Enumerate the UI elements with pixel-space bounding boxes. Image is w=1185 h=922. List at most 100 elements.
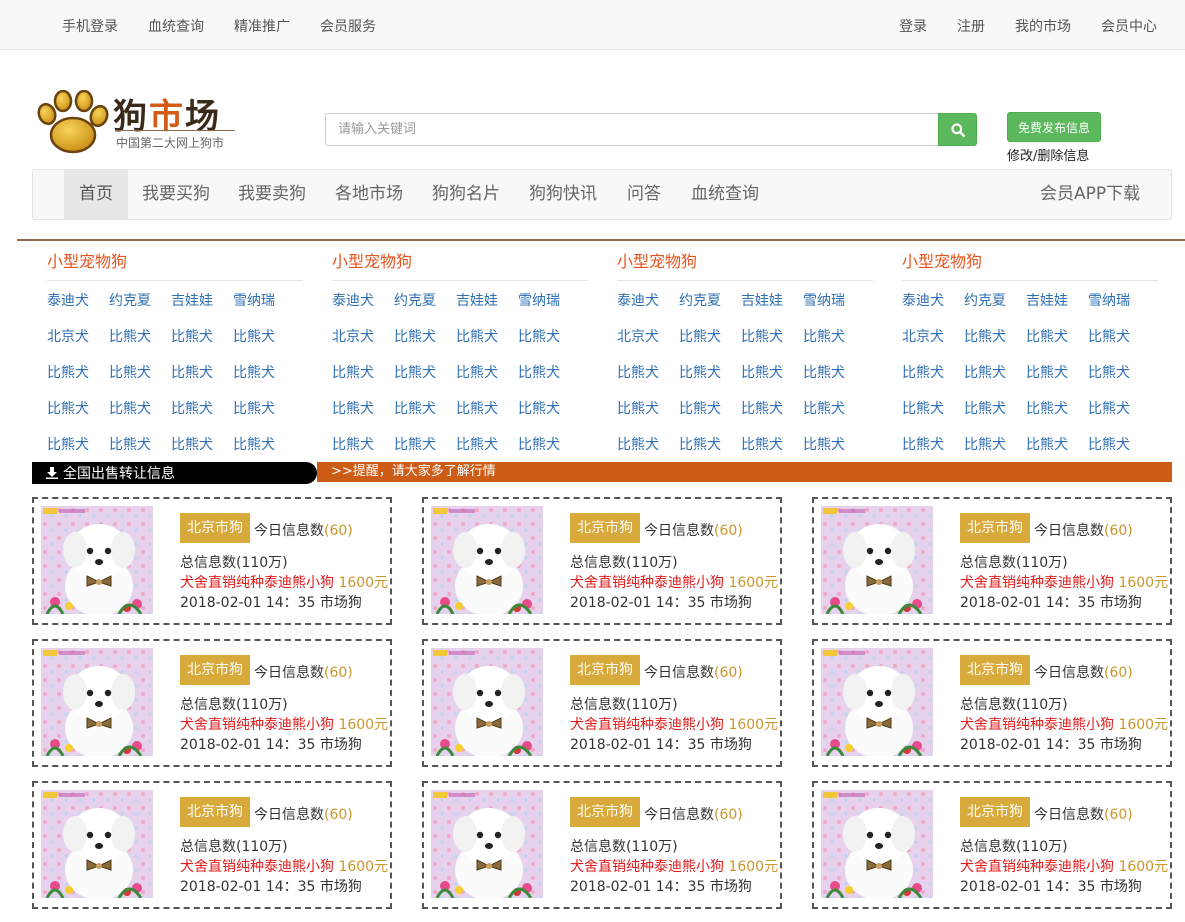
- category-link[interactable]: 雪纳瑞: [518, 283, 580, 319]
- category-link[interactable]: 比熊犬: [902, 391, 964, 427]
- listing-thumbnail[interactable]: [41, 790, 153, 898]
- listing-title-text[interactable]: 犬舍直销纯种泰迪熊小狗: [180, 575, 334, 591]
- category-link[interactable]: 约克夏: [394, 283, 456, 319]
- category-link[interactable]: 北京犬: [617, 319, 679, 355]
- category-link[interactable]: 比熊犬: [518, 427, 580, 463]
- listing-card[interactable]: 北京市狗 今日信息数(60) 总信息数(110万) 犬舍直销纯种泰迪熊小狗 1600元…: [32, 639, 392, 767]
- edit-delete-link[interactable]: 修改/删除信息: [1007, 145, 1089, 164]
- category-link[interactable]: 比熊犬: [332, 391, 394, 427]
- category-link[interactable]: 比熊犬: [456, 355, 518, 391]
- city-badge[interactable]: 北京市狗: [180, 513, 250, 543]
- category-link[interactable]: 比熊犬: [803, 355, 865, 391]
- nav-item-buy-dog[interactable]: 我要买狗: [142, 170, 210, 219]
- category-link[interactable]: 泰迪犬: [902, 283, 964, 319]
- listing-thumbnail[interactable]: [821, 506, 933, 614]
- category-link[interactable]: 吉娃娃: [171, 283, 233, 319]
- category-link[interactable]: 比熊犬: [518, 319, 580, 355]
- category-link[interactable]: 比熊犬: [394, 391, 456, 427]
- category-link[interactable]: 比熊犬: [109, 427, 171, 463]
- city-badge[interactable]: 北京市狗: [960, 513, 1030, 543]
- publish-button[interactable]: 免费发布信息: [1007, 112, 1101, 142]
- category-link[interactable]: 比熊犬: [518, 391, 580, 427]
- category-link[interactable]: 比熊犬: [109, 319, 171, 355]
- category-link[interactable]: 比熊犬: [394, 427, 456, 463]
- category-link[interactable]: 比熊犬: [394, 319, 456, 355]
- category-title[interactable]: 小型宠物狗: [902, 250, 1158, 281]
- category-link[interactable]: 约克夏: [964, 283, 1026, 319]
- category-link[interactable]: 比熊犬: [617, 355, 679, 391]
- topbar-link-my-market[interactable]: 我的市场: [1015, 16, 1071, 36]
- listing-title[interactable]: 犬舍直销纯种泰迪熊小狗 1600元: [180, 572, 388, 592]
- category-link[interactable]: 比熊犬: [47, 355, 109, 391]
- listing-thumbnail[interactable]: [821, 648, 933, 756]
- category-link[interactable]: 雪纳瑞: [1088, 283, 1150, 319]
- listing-thumbnail[interactable]: [41, 648, 153, 756]
- category-link[interactable]: 泰迪犬: [617, 283, 679, 319]
- category-link[interactable]: 雪纳瑞: [803, 283, 865, 319]
- category-link[interactable]: 比熊犬: [332, 427, 394, 463]
- listing-title-text[interactable]: 犬舍直销纯种泰迪熊小狗: [960, 859, 1114, 875]
- nav-item-home[interactable]: 首页: [64, 170, 128, 219]
- category-link[interactable]: 比熊犬: [741, 391, 803, 427]
- listing-title[interactable]: 犬舍直销纯种泰迪熊小狗 1600元: [570, 714, 778, 734]
- city-badge[interactable]: 北京市狗: [570, 513, 640, 543]
- city-badge[interactable]: 北京市狗: [960, 797, 1030, 827]
- nav-item-qa[interactable]: 问答: [627, 170, 661, 219]
- listing-title[interactable]: 犬舍直销纯种泰迪熊小狗 1600元: [570, 572, 778, 592]
- listing-title[interactable]: 犬舍直销纯种泰迪熊小狗 1600元: [960, 572, 1168, 592]
- listing-title-text[interactable]: 犬舍直销纯种泰迪熊小狗: [960, 575, 1114, 591]
- category-link[interactable]: 比熊犬: [456, 319, 518, 355]
- category-link[interactable]: 比熊犬: [741, 355, 803, 391]
- category-link[interactable]: 吉娃娃: [456, 283, 518, 319]
- category-link[interactable]: 雪纳瑞: [233, 283, 295, 319]
- category-link[interactable]: 比熊犬: [233, 355, 295, 391]
- category-link[interactable]: 比熊犬: [1026, 427, 1088, 463]
- topbar-link-mobile-login[interactable]: 手机登录: [62, 16, 118, 36]
- category-link[interactable]: 比熊犬: [47, 427, 109, 463]
- city-badge[interactable]: 北京市狗: [180, 655, 250, 685]
- category-link[interactable]: 比熊犬: [332, 355, 394, 391]
- category-link[interactable]: 比熊犬: [394, 355, 456, 391]
- listing-card[interactable]: 北京市狗 今日信息数(60) 总信息数(110万) 犬舍直销纯种泰迪熊小狗 1600元…: [32, 497, 392, 625]
- category-link[interactable]: 北京犬: [47, 319, 109, 355]
- category-link[interactable]: 泰迪犬: [47, 283, 109, 319]
- category-link[interactable]: 比熊犬: [171, 319, 233, 355]
- listing-thumbnail[interactable]: [41, 506, 153, 614]
- listing-title[interactable]: 犬舍直销纯种泰迪熊小狗 1600元: [960, 714, 1168, 734]
- category-link[interactable]: 约克夏: [679, 283, 741, 319]
- category-link[interactable]: 比熊犬: [964, 427, 1026, 463]
- city-badge[interactable]: 北京市狗: [180, 797, 250, 827]
- listing-title-text[interactable]: 犬舍直销纯种泰迪熊小狗: [570, 575, 724, 591]
- category-link[interactable]: 比熊犬: [803, 319, 865, 355]
- category-title[interactable]: 小型宠物狗: [47, 250, 303, 281]
- category-link[interactable]: 比熊犬: [233, 427, 295, 463]
- category-link[interactable]: 比熊犬: [964, 355, 1026, 391]
- category-link[interactable]: 比熊犬: [1088, 355, 1150, 391]
- category-link[interactable]: 比熊犬: [1088, 319, 1150, 355]
- category-link[interactable]: 比熊犬: [109, 391, 171, 427]
- category-link[interactable]: 比熊犬: [902, 427, 964, 463]
- category-link[interactable]: 比熊犬: [902, 355, 964, 391]
- category-link[interactable]: 比熊犬: [47, 391, 109, 427]
- nav-item-dog-cards[interactable]: 狗狗名片: [432, 170, 500, 219]
- listing-title[interactable]: 犬舍直销纯种泰迪熊小狗 1600元: [570, 856, 778, 876]
- category-link[interactable]: 比熊犬: [964, 391, 1026, 427]
- city-badge[interactable]: 北京市狗: [570, 797, 640, 827]
- listing-card[interactable]: 北京市狗 今日信息数(60) 总信息数(110万) 犬舍直销纯种泰迪熊小狗 1600元…: [32, 781, 392, 909]
- nav-app-download[interactable]: 会员APP下载: [1040, 170, 1140, 219]
- topbar-link-pedigree[interactable]: 血统查询: [148, 16, 204, 36]
- topbar-link-register[interactable]: 注册: [957, 16, 985, 36]
- listing-card[interactable]: 北京市狗 今日信息数(60) 总信息数(110万) 犬舍直销纯种泰迪熊小狗 1600元…: [812, 497, 1172, 625]
- category-link[interactable]: 北京犬: [332, 319, 394, 355]
- city-badge[interactable]: 北京市狗: [960, 655, 1030, 685]
- category-link[interactable]: 泰迪犬: [332, 283, 394, 319]
- category-link[interactable]: 吉娃娃: [1026, 283, 1088, 319]
- category-link[interactable]: 比熊犬: [171, 355, 233, 391]
- nav-item-local-markets[interactable]: 各地市场: [335, 170, 403, 219]
- listing-card[interactable]: 北京市狗 今日信息数(60) 总信息数(110万) 犬舍直销纯种泰迪熊小狗 1600元…: [812, 639, 1172, 767]
- listing-title-text[interactable]: 犬舍直销纯种泰迪熊小狗: [180, 859, 334, 875]
- listing-card[interactable]: 北京市狗 今日信息数(60) 总信息数(110万) 犬舍直销纯种泰迪熊小狗 1600元…: [812, 781, 1172, 909]
- category-link[interactable]: 比熊犬: [679, 427, 741, 463]
- nav-item-pedigree[interactable]: 血统查询: [691, 170, 759, 219]
- category-link[interactable]: 比熊犬: [233, 391, 295, 427]
